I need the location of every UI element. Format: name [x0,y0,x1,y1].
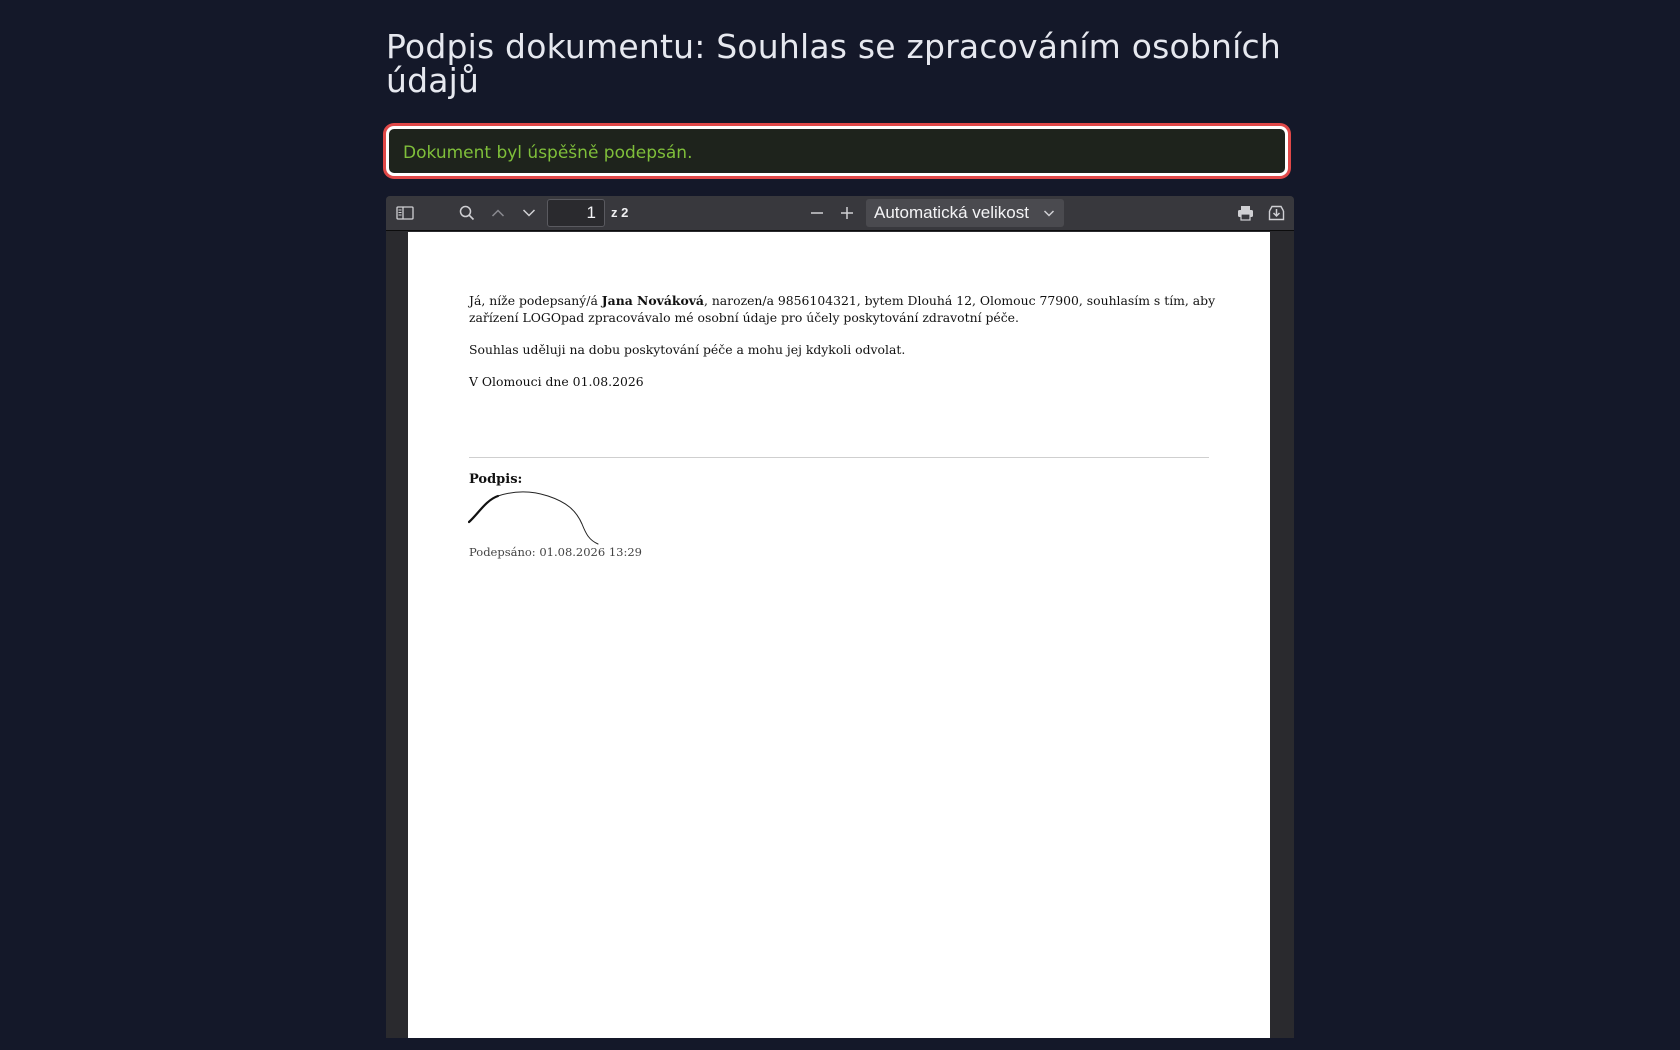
sidebar-toggle-icon [396,206,414,220]
signature-label: Podpis: [469,472,523,487]
sidebar-toggle-button[interactable] [392,201,418,225]
handwritten-signature [468,491,599,545]
minus-icon [810,206,824,220]
pdf-viewer: z 2 Automatická velikost [386,196,1294,1038]
zoom-select-label: Automatická velikost [874,203,1029,222]
zoom-in-button[interactable] [835,201,859,225]
pdf-page: Já, níže podepsaný/á Jana Nováková, naro… [408,232,1270,1038]
chevron-down-icon [1042,205,1056,224]
find-button[interactable] [454,201,480,225]
intro-text: Já, níže podepsaný/á [469,293,602,308]
zoom-select[interactable]: Automatická velikost [866,199,1064,227]
chevron-down-icon [522,208,536,218]
page-count-label: z 2 [611,205,629,220]
consent-duration-text: Souhlas uděluji na dobu poskytování péče… [469,342,906,357]
page-number-input[interactable] [547,199,605,227]
chevron-up-icon [491,208,505,218]
zoom-out-button[interactable] [805,201,829,225]
main-container: Podpis dokumentu: Souhlas se zpracováním… [386,0,1294,1038]
consent-paragraph: Já, níže podepsaný/á Jana Nováková, naro… [469,292,1229,326]
plus-icon [840,206,854,220]
download-icon [1268,205,1285,221]
print-button[interactable] [1232,201,1258,225]
signed-timestamp: Podepsáno: 01.08.2026 13:29 [469,545,642,559]
success-message-box: Dokument byl úspěšně podepsán. [386,126,1288,176]
next-page-button[interactable] [517,201,541,225]
signer-name: Jana Nováková [601,293,704,308]
printer-icon [1237,205,1254,221]
pdf-toolbar: z 2 Automatická velikost [386,196,1294,231]
place-date-text: V Olomouci dne 01.08.2026 [469,374,644,389]
page-title: Podpis dokumentu: Souhlas se zpracováním… [386,27,1281,100]
search-icon [459,205,475,221]
success-message: Dokument byl úspěšně podepsán. [403,143,693,163]
divider [469,457,1209,458]
previous-page-button[interactable] [486,201,510,225]
save-button[interactable] [1263,201,1289,225]
